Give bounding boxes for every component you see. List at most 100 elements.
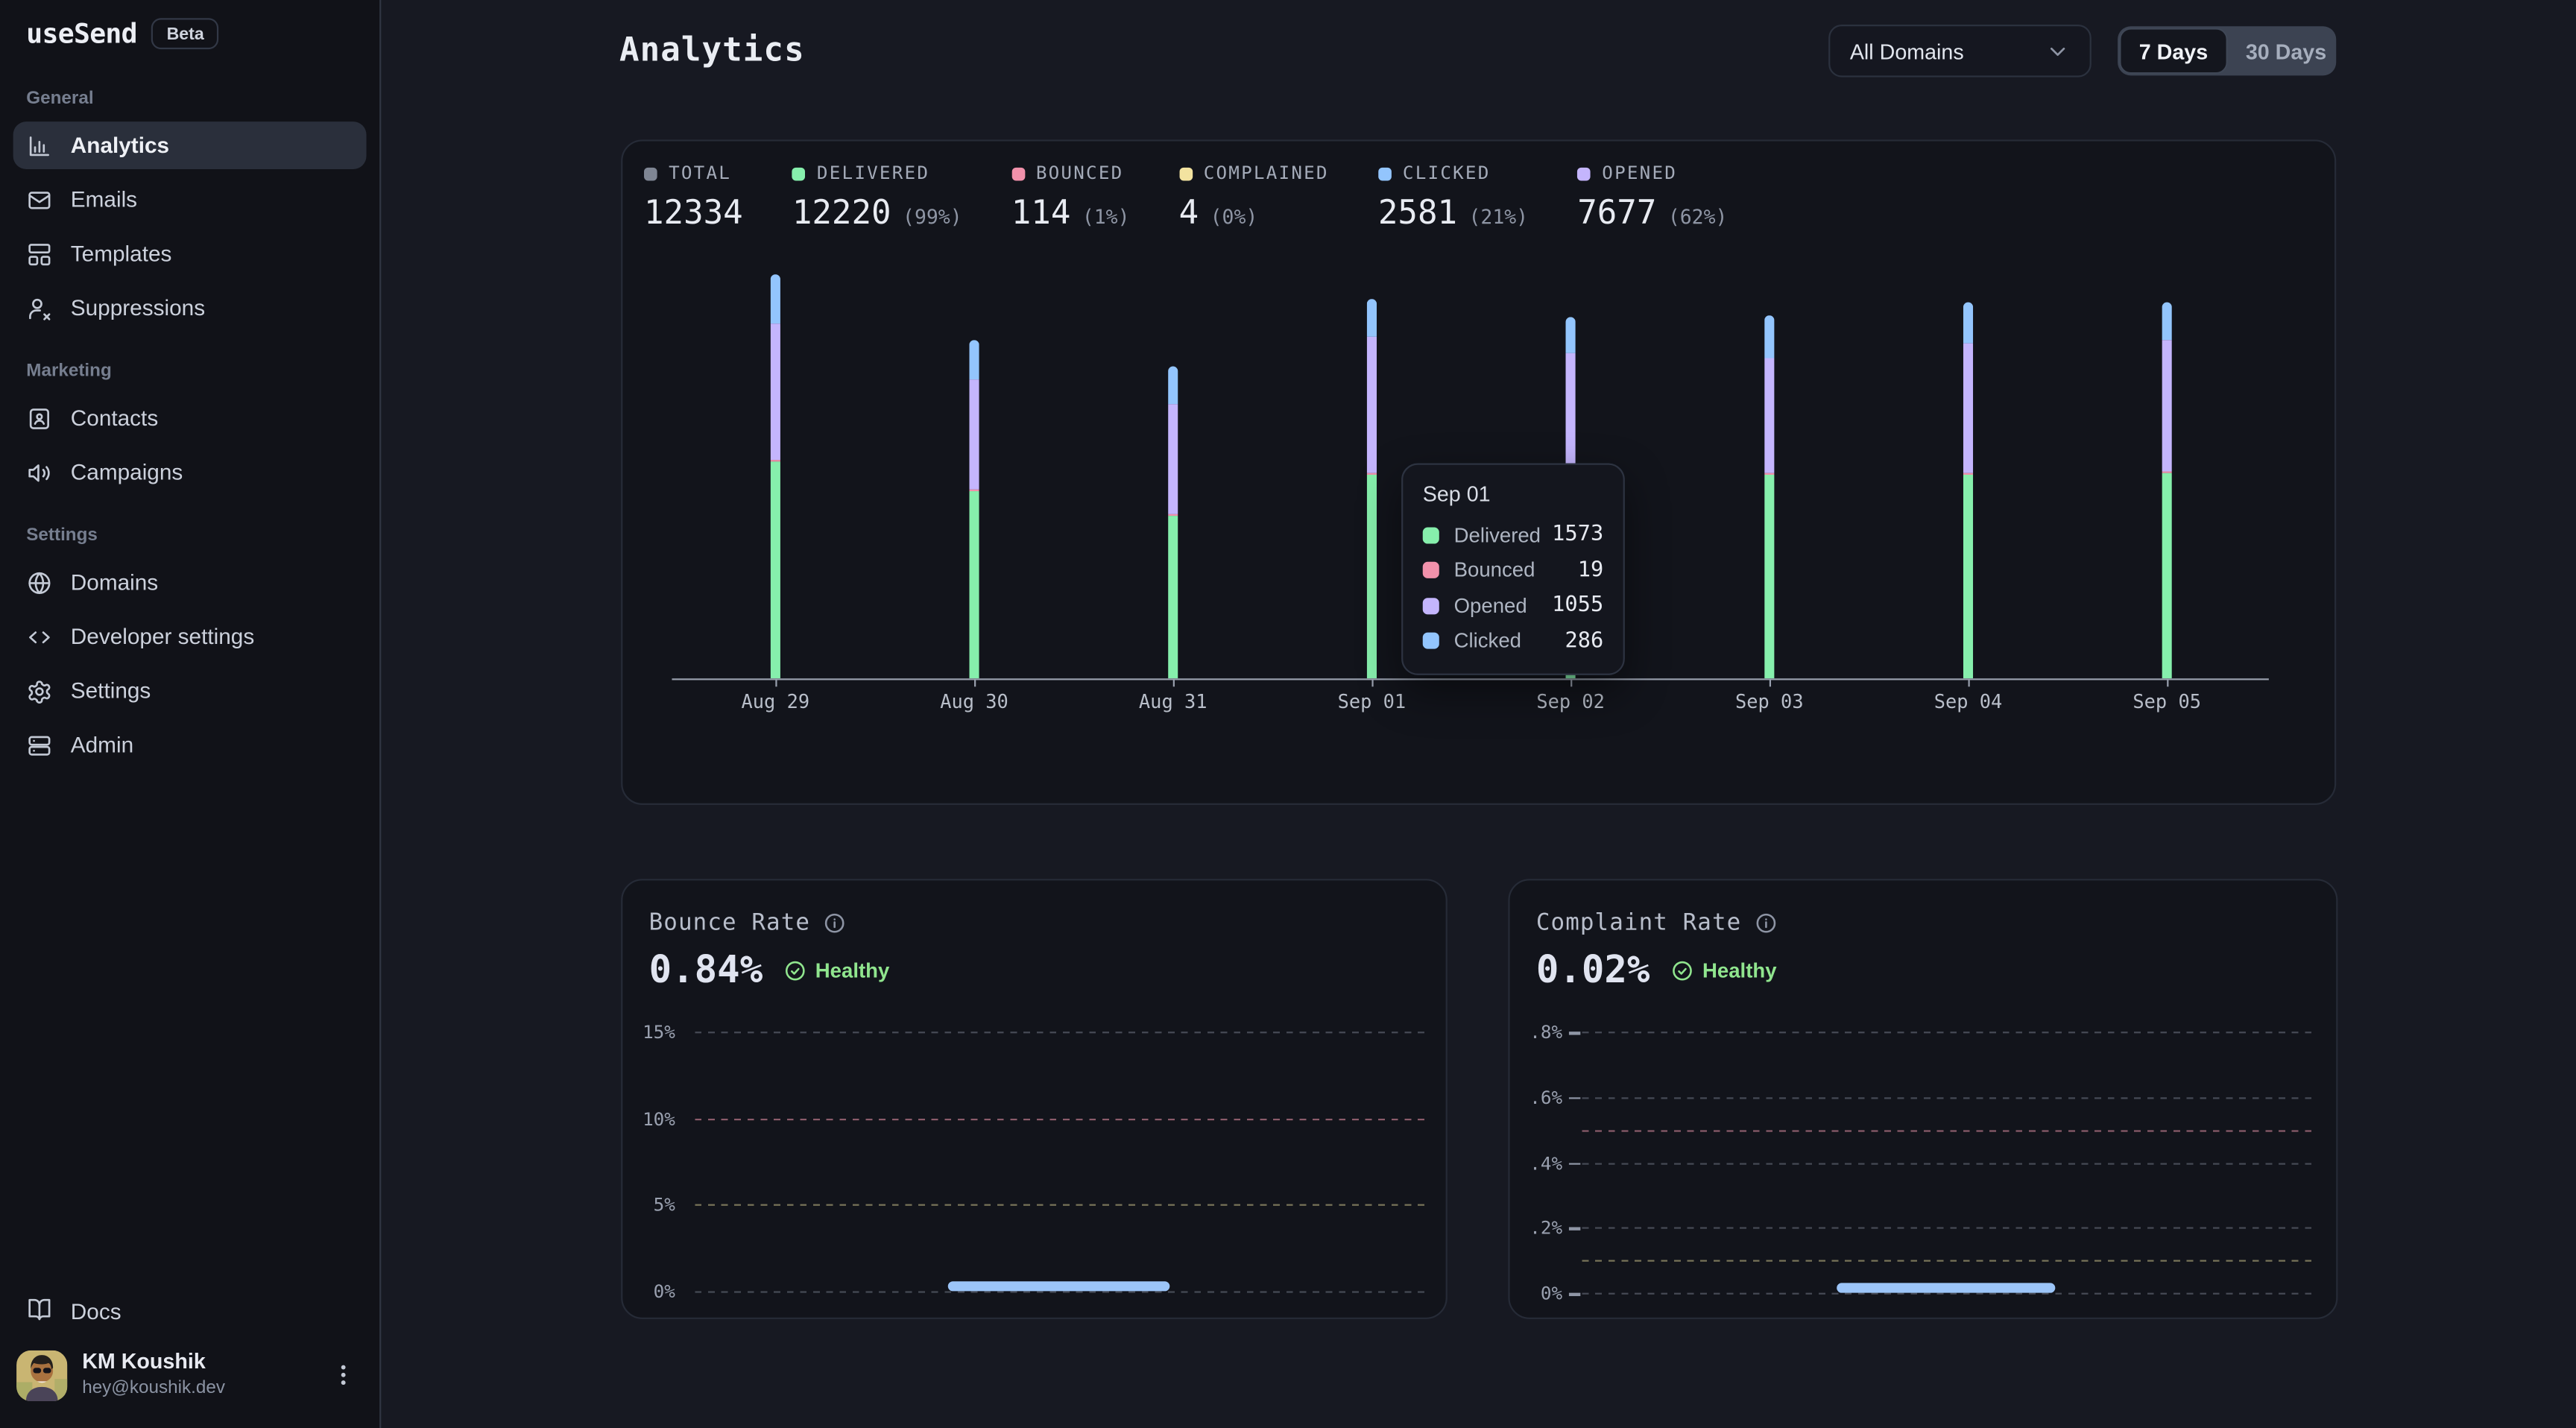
bar-segment-delivered — [771, 461, 780, 678]
sidebar: useSend Beta General Analytics Emails Templ… — [0, 0, 381, 1428]
bar-segment-clicked — [1963, 302, 1973, 342]
sidebar-item-emails[interactable]: Emails — [13, 176, 367, 224]
sidebar-item-domains[interactable]: Domains — [13, 558, 367, 606]
sidebar-nav: General Analytics Emails Templates Suppressi… — [0, 49, 379, 775]
gridline-0pct — [1582, 1293, 2314, 1295]
y-axis-label: 5% — [622, 1195, 675, 1216]
profile-menu-dots-icon[interactable] — [330, 1362, 356, 1388]
sidebar-item-analytics[interactable]: Analytics — [13, 121, 367, 169]
chart-tooltip: Sep 01 Delivered1573Bounced19Opened1055C… — [1401, 464, 1625, 675]
threshold-line-danger — [1582, 1130, 2314, 1131]
globe-icon — [26, 569, 52, 595]
sidebar-item-label: Domains — [71, 570, 158, 595]
bar-segment-opened — [1764, 358, 1774, 473]
x-axis-line — [672, 678, 2268, 680]
tooltip-label: Delivered — [1454, 524, 1541, 547]
contact-book-icon — [26, 405, 52, 431]
tooltip-date: Sep 01 — [1423, 481, 1603, 506]
sidebar-item-label: Settings — [71, 678, 151, 703]
x-axis-label: Aug 30 — [909, 690, 1040, 713]
y-axis-label: 0% — [622, 1281, 675, 1303]
gridline-5pct — [695, 1204, 1424, 1206]
server-icon — [26, 732, 52, 758]
section-label-marketing: Marketing — [13, 361, 367, 381]
app-logo: useSend — [26, 18, 137, 49]
bar-segment-opened — [969, 380, 979, 490]
x-axis-tick — [1770, 680, 1771, 686]
bar-segment-clicked — [2162, 302, 2172, 340]
y-axis-label: .6% — [1510, 1087, 1563, 1109]
y-axis-tick — [1569, 1228, 1580, 1230]
bar-segment-clicked — [1168, 366, 1178, 405]
bar-segment-clicked — [1367, 299, 1377, 336]
beta-badge: Beta — [152, 18, 219, 49]
bar-sep-05[interactable] — [2162, 302, 2172, 678]
y-axis-tick — [1569, 1031, 1580, 1034]
code-icon — [26, 623, 52, 649]
date-range-toggle: 7 Days 30 Days — [2118, 26, 2336, 75]
user-email: hey@koushik.dev — [82, 1379, 225, 1400]
x-axis-tick — [2167, 680, 2168, 686]
threshold-line-warning — [1582, 1260, 2314, 1262]
y-axis-label: .2% — [1510, 1218, 1563, 1239]
tooltip-label: Clicked — [1454, 630, 1521, 653]
gridline-.6pct — [1582, 1097, 2314, 1099]
sidebar-item-templates[interactable]: Templates — [13, 230, 367, 278]
tooltip-row-clicked: Clicked 286 — [1423, 623, 1603, 658]
sidebar-item-contacts[interactable]: Contacts — [13, 394, 367, 442]
y-axis-tick — [1569, 1293, 1580, 1295]
sidebar-item-label: Docs — [71, 1298, 121, 1323]
sidebar-item-label: Analytics — [71, 133, 169, 158]
user-profile[interactable]: KM Koushik hey@koushik.dev — [13, 1342, 367, 1409]
bar-aug-30[interactable] — [969, 340, 979, 678]
sidebar-item-campaigns[interactable]: Campaigns — [13, 449, 367, 496]
bar-sep-04[interactable] — [1963, 302, 1973, 678]
sidebar-item-label: Contacts — [71, 405, 158, 430]
tooltip-label: Bounced — [1454, 559, 1535, 582]
tooltip-color-chip — [1423, 633, 1439, 649]
bar-aug-29[interactable] — [771, 274, 780, 678]
sidebar-item-label: Emails — [71, 187, 137, 212]
sidebar-item-label: Developer settings — [71, 625, 254, 649]
bar-segment-delivered — [1168, 516, 1178, 679]
domain-filter-select[interactable]: All Domains — [1828, 25, 2092, 78]
bar-aug-31[interactable] — [1168, 366, 1178, 678]
tooltip-color-chip — [1423, 598, 1439, 614]
sidebar-item-suppressions[interactable]: Suppressions — [13, 284, 367, 332]
tooltip-value: 286 — [1565, 629, 1603, 654]
y-axis-label: .8% — [1510, 1022, 1563, 1043]
y-axis-label: 10% — [622, 1108, 675, 1130]
sidebar-item-developer-settings[interactable]: Developer settings — [13, 613, 367, 660]
sidebar-item-admin[interactable]: Admin — [13, 721, 367, 769]
y-axis-label: 0% — [1510, 1283, 1563, 1304]
section-label-general: General — [13, 89, 367, 108]
sidebar-item-label: Suppressions — [71, 296, 205, 320]
page-title: Analytics — [619, 30, 805, 69]
range-7-days-button[interactable]: 7 Days — [2119, 28, 2227, 74]
domain-filter-value: All Domains — [1850, 39, 1964, 63]
tooltip-row-opened: Opened1055 — [1423, 588, 1603, 623]
x-axis-label: Sep 04 — [1902, 690, 2033, 713]
bar-segment-opened — [2162, 340, 2172, 471]
sidebar-item-settings[interactable]: Settings — [13, 667, 367, 715]
y-axis-label: .4% — [1510, 1152, 1563, 1174]
app-root: useSend Beta General Analytics Emails Templ… — [0, 0, 2576, 1428]
bar-sep-03[interactable] — [1764, 315, 1774, 679]
sidebar-item-label: Templates — [71, 241, 172, 266]
x-axis-tick — [1570, 680, 1572, 686]
sidebar-item-docs[interactable]: Docs — [13, 1287, 367, 1335]
bar-segment-opened — [1367, 336, 1377, 473]
range-30-days-button[interactable]: 30 Days — [2228, 28, 2345, 74]
bounce-rate-card: Bounce Rate 0.84% Healthy 15%10%5%0% — [621, 879, 1448, 1319]
bar-segment-clicked — [1566, 317, 1576, 353]
bar-sep-01[interactable] — [1367, 299, 1377, 678]
tooltip-value: 1573 — [1552, 522, 1603, 547]
book-open-icon — [26, 1298, 52, 1324]
tooltip-color-chip — [1423, 562, 1439, 578]
gridline-.2pct — [1582, 1228, 2314, 1229]
y-axis-tick — [1569, 1097, 1580, 1099]
chevron-down-icon — [2045, 39, 2070, 63]
profile-meta: KM Koushik hey@koushik.dev — [82, 1350, 225, 1399]
avatar — [16, 1350, 67, 1400]
tooltip-label: Opened — [1454, 594, 1527, 617]
